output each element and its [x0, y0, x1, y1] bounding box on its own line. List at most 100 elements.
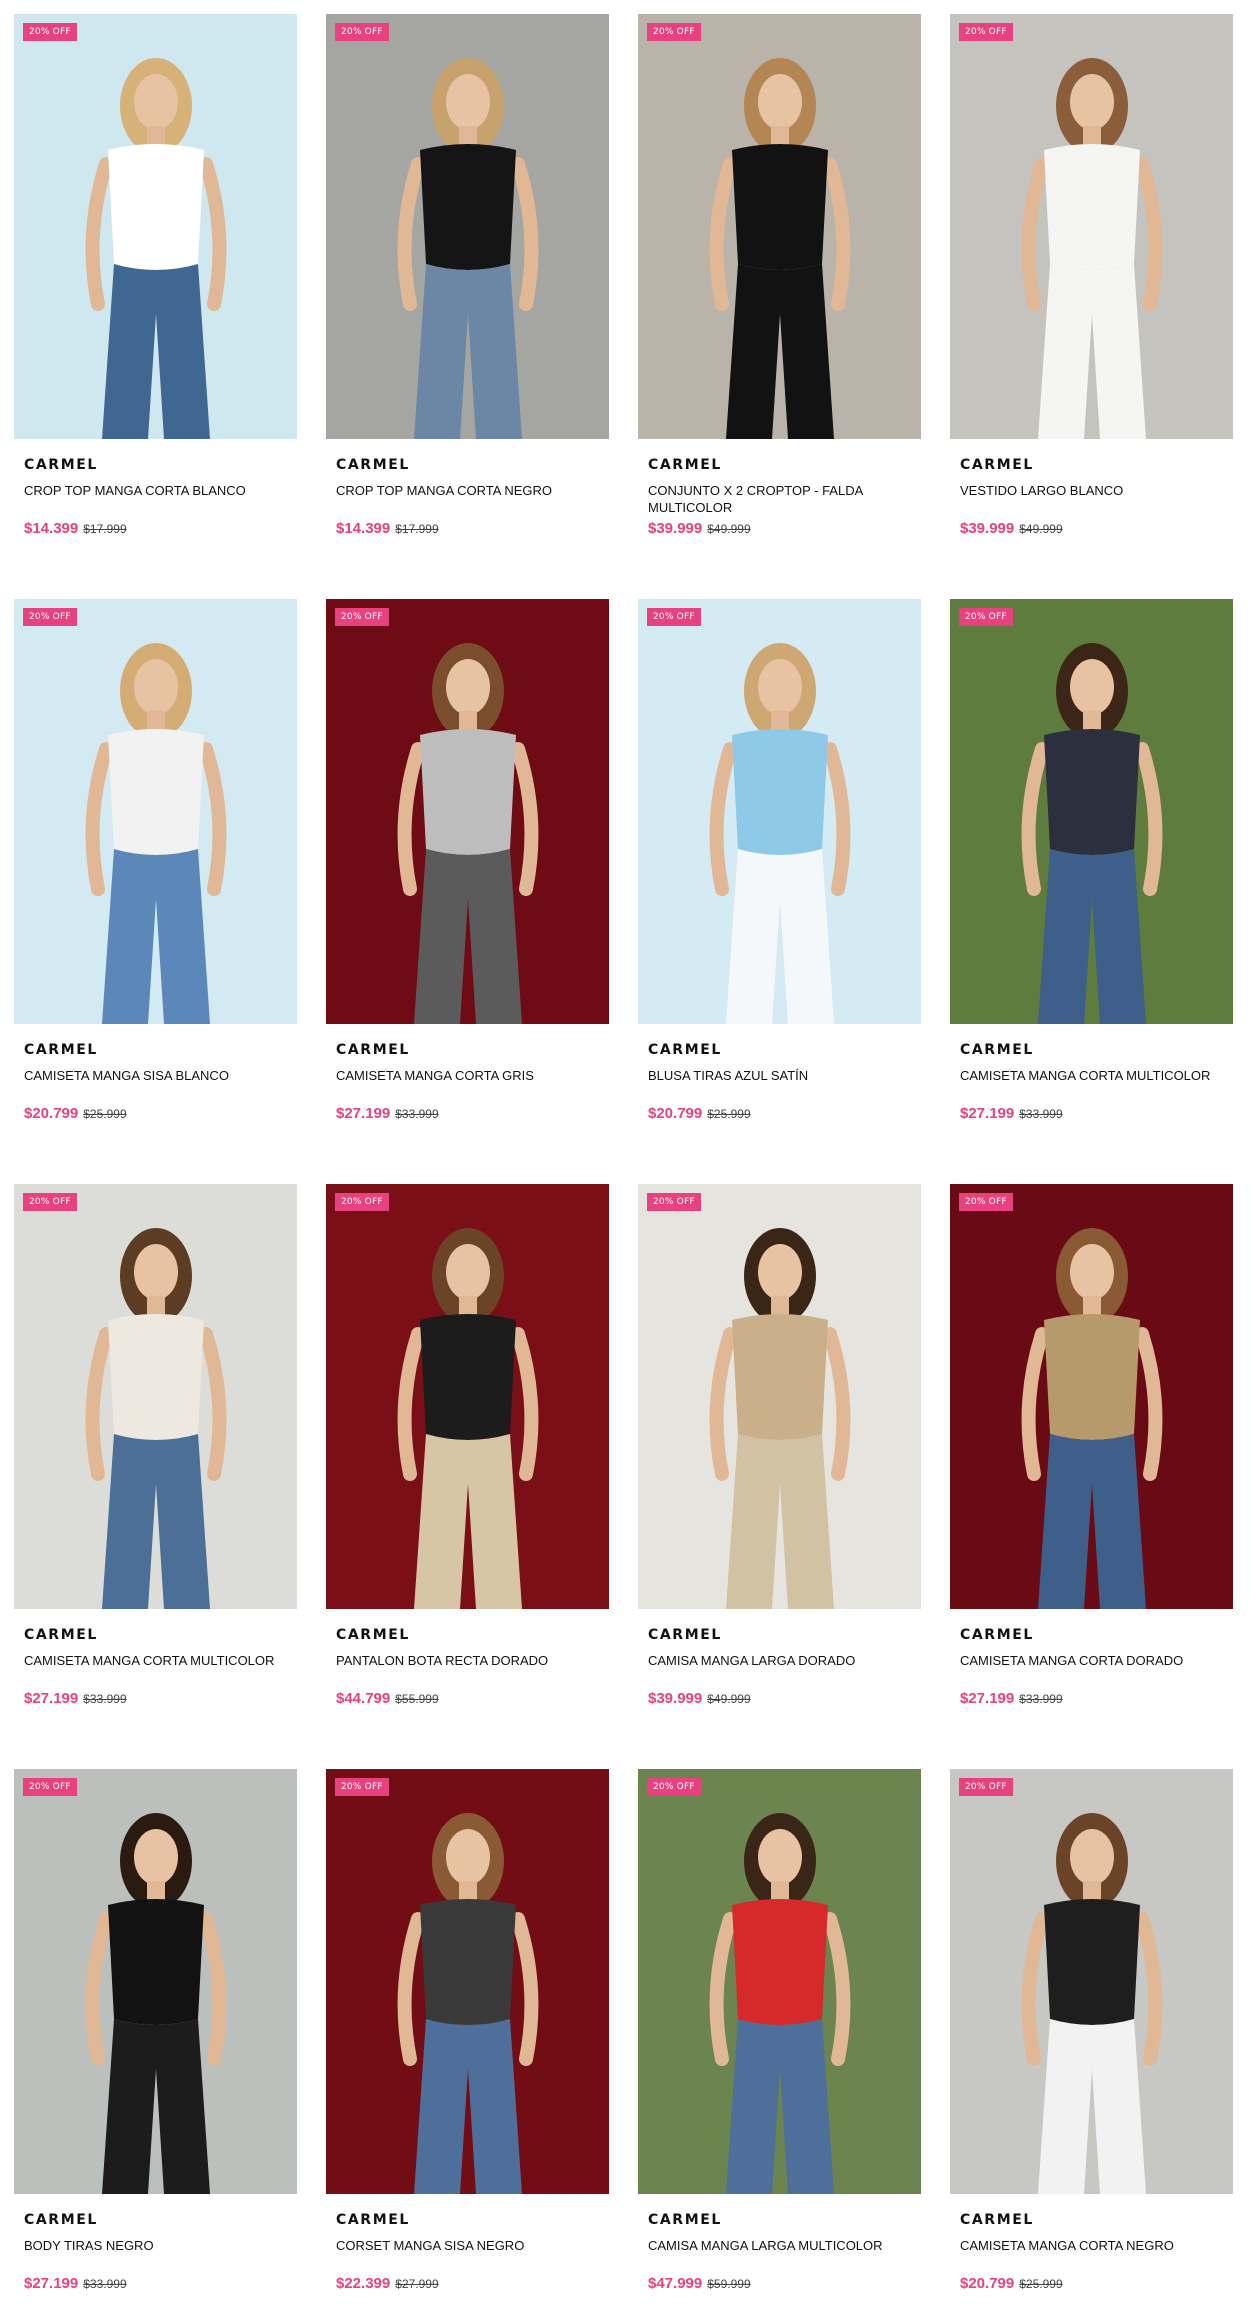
product-image[interactable]: 20% OFF — [14, 14, 297, 439]
discount-badge: 20% OFF — [335, 23, 389, 41]
product-image[interactable]: 20% OFF — [950, 1769, 1233, 2194]
product-name[interactable]: BODY TIRAS NEGRO — [24, 2237, 287, 2271]
product-brand: CARMEL — [648, 2212, 722, 2228]
sale-price: $47.999 — [648, 2275, 703, 2292]
sale-price: $14.399 — [336, 520, 391, 537]
product-brand: CARMEL — [960, 1627, 1034, 1643]
model-photo — [709, 643, 851, 1024]
discount-badge: 20% OFF — [647, 1193, 701, 1211]
original-price: $59.999 — [707, 2277, 751, 2291]
product-image[interactable]: 20% OFF — [326, 599, 609, 1024]
price-row: $27.199 $33.999 — [336, 1105, 599, 1122]
product-card[interactable]: 20% OFF CARMEL CAMISETA MANGA CORTA GRIS… — [326, 599, 609, 1131]
original-price: $49.999 — [707, 1692, 751, 1706]
product-info: CARMEL CAMISETA MANGA CORTA NEGRO $20.79… — [950, 2194, 1233, 2292]
product-card[interactable]: 20% OFF CARMEL CORSET MANGA SISA NEGRO $… — [326, 1769, 609, 2301]
product-image[interactable]: 20% OFF — [950, 14, 1233, 439]
model-photo — [1021, 1228, 1163, 1609]
discount-badge: 20% OFF — [959, 608, 1013, 626]
product-name[interactable]: CAMISETA MANGA SISA BLANCO — [24, 1067, 287, 1101]
model-photo — [85, 58, 227, 439]
product-image[interactable]: 20% OFF — [638, 1769, 921, 2194]
original-price: $17.999 — [83, 522, 127, 536]
product-info: CARMEL CORSET MANGA SISA NEGRO $22.399 $… — [326, 2194, 609, 2292]
discount-badge: 20% OFF — [23, 1778, 77, 1796]
product-card[interactable]: 20% OFF CARMEL CAMISETA MANGA CORTA MULT… — [950, 599, 1233, 1131]
price-row: $20.799 $25.999 — [960, 2275, 1223, 2292]
product-image[interactable]: 20% OFF — [326, 14, 609, 439]
product-card[interactable]: 20% OFF CARMEL CROP TOP MANGA CORTA BLAN… — [14, 14, 297, 546]
discount-badge: 20% OFF — [647, 1778, 701, 1796]
product-image[interactable]: 20% OFF — [326, 1184, 609, 1609]
product-image[interactable]: 20% OFF — [638, 599, 921, 1024]
product-name[interactable]: CROP TOP MANGA CORTA NEGRO — [336, 482, 599, 516]
product-card[interactable]: 20% OFF CARMEL CAMISETA MANGA CORTA MULT… — [14, 1184, 297, 1716]
product-brand: CARMEL — [24, 1627, 98, 1643]
price-row: $22.399 $27.999 — [336, 2275, 599, 2292]
product-card[interactable]: 20% OFF CARMEL CAMISETA MANGA SISA BLANC… — [14, 599, 297, 1131]
product-image[interactable]: 20% OFF — [326, 1769, 609, 2194]
product-info: CARMEL CAMISA MANGA LARGA MULTICOLOR $47… — [638, 2194, 921, 2292]
product-info: CARMEL CROP TOP MANGA CORTA BLANCO $14.3… — [14, 439, 297, 537]
discount-badge: 20% OFF — [959, 1778, 1013, 1796]
product-card[interactable]: 20% OFF CARMEL CONJUNTO X 2 CROPTOP - FA… — [638, 14, 921, 546]
sale-price: $27.199 — [336, 1105, 391, 1122]
product-brand: CARMEL — [960, 1042, 1034, 1058]
product-brand: CARMEL — [648, 1042, 722, 1058]
discount-badge: 20% OFF — [959, 23, 1013, 41]
original-price: $33.999 — [395, 1107, 439, 1121]
product-image[interactable]: 20% OFF — [638, 14, 921, 439]
product-name[interactable]: CAMISETA MANGA CORTA DORADO — [960, 1652, 1223, 1686]
product-image[interactable]: 20% OFF — [950, 1184, 1233, 1609]
discount-badge: 20% OFF — [335, 608, 389, 626]
product-card[interactable]: 20% OFF CARMEL CROP TOP MANGA CORTA NEGR… — [326, 14, 609, 546]
sale-price: $20.799 — [648, 1105, 703, 1122]
price-row: $14.399 $17.999 — [24, 520, 287, 537]
product-name[interactable]: CONJUNTO X 2 CROPTOP - FALDA MULTICOLOR — [648, 482, 911, 516]
product-name[interactable]: CAMISETA MANGA CORTA GRIS — [336, 1067, 599, 1101]
product-brand: CARMEL — [24, 457, 98, 473]
product-card[interactable]: 20% OFF CARMEL CAMISETA MANGA CORTA NEGR… — [950, 1769, 1233, 2301]
product-brand: CARMEL — [336, 2212, 410, 2228]
price-row: $44.799 $55.999 — [336, 1690, 599, 1707]
product-image[interactable]: 20% OFF — [14, 1184, 297, 1609]
product-name[interactable]: VESTIDO LARGO BLANCO — [960, 482, 1223, 516]
product-image[interactable]: 20% OFF — [14, 599, 297, 1024]
product-info: CARMEL CAMISETA MANGA CORTA MULTICOLOR $… — [950, 1024, 1233, 1122]
product-card[interactable]: 20% OFF CARMEL VESTIDO LARGO BLANCO $39.… — [950, 14, 1233, 546]
product-name[interactable]: CROP TOP MANGA CORTA BLANCO — [24, 482, 287, 516]
product-info: CARMEL CAMISETA MANGA SISA BLANCO $20.79… — [14, 1024, 297, 1122]
original-price: $25.999 — [707, 1107, 751, 1121]
product-card[interactable]: 20% OFF CARMEL BODY TIRAS NEGRO $27.199 … — [14, 1769, 297, 2301]
sale-price: $27.199 — [960, 1690, 1015, 1707]
original-price: $33.999 — [83, 1692, 127, 1706]
product-name[interactable]: CAMISETA MANGA CORTA MULTICOLOR — [24, 1652, 287, 1686]
original-price: $33.999 — [1019, 1692, 1063, 1706]
product-image[interactable]: 20% OFF — [14, 1769, 297, 2194]
price-row: $39.999 $49.999 — [960, 520, 1223, 537]
product-name[interactable]: CAMISA MANGA LARGA DORADO — [648, 1652, 911, 1686]
product-name[interactable]: CORSET MANGA SISA NEGRO — [336, 2237, 599, 2271]
product-card[interactable]: 20% OFF CARMEL CAMISA MANGA LARGA DORADO… — [638, 1184, 921, 1716]
product-name[interactable]: CAMISETA MANGA CORTA MULTICOLOR — [960, 1067, 1223, 1101]
product-image[interactable]: 20% OFF — [638, 1184, 921, 1609]
sale-price: $39.999 — [648, 1690, 703, 1707]
model-photo — [397, 643, 539, 1024]
product-card[interactable]: 20% OFF CARMEL PANTALON BOTA RECTA DORAD… — [326, 1184, 609, 1716]
product-card[interactable]: 20% OFF CARMEL CAMISETA MANGA CORTA DORA… — [950, 1184, 1233, 1716]
price-row: $27.199 $33.999 — [960, 1690, 1223, 1707]
product-name[interactable]: CAMISA MANGA LARGA MULTICOLOR — [648, 2237, 911, 2271]
discount-badge: 20% OFF — [647, 608, 701, 626]
product-name[interactable]: CAMISETA MANGA CORTA NEGRO — [960, 2237, 1223, 2271]
discount-badge: 20% OFF — [647, 23, 701, 41]
sale-price: $20.799 — [960, 2275, 1015, 2292]
model-photo — [85, 1228, 227, 1609]
price-row: $14.399 $17.999 — [336, 520, 599, 537]
discount-badge: 20% OFF — [23, 608, 77, 626]
product-card[interactable]: 20% OFF CARMEL BLUSA TIRAS AZUL SATÍN $2… — [638, 599, 921, 1131]
discount-badge: 20% OFF — [959, 1193, 1013, 1211]
product-name[interactable]: BLUSA TIRAS AZUL SATÍN — [648, 1067, 911, 1101]
product-card[interactable]: 20% OFF CARMEL CAMISA MANGA LARGA MULTIC… — [638, 1769, 921, 2301]
product-image[interactable]: 20% OFF — [950, 599, 1233, 1024]
product-name[interactable]: PANTALON BOTA RECTA DORADO — [336, 1652, 599, 1686]
